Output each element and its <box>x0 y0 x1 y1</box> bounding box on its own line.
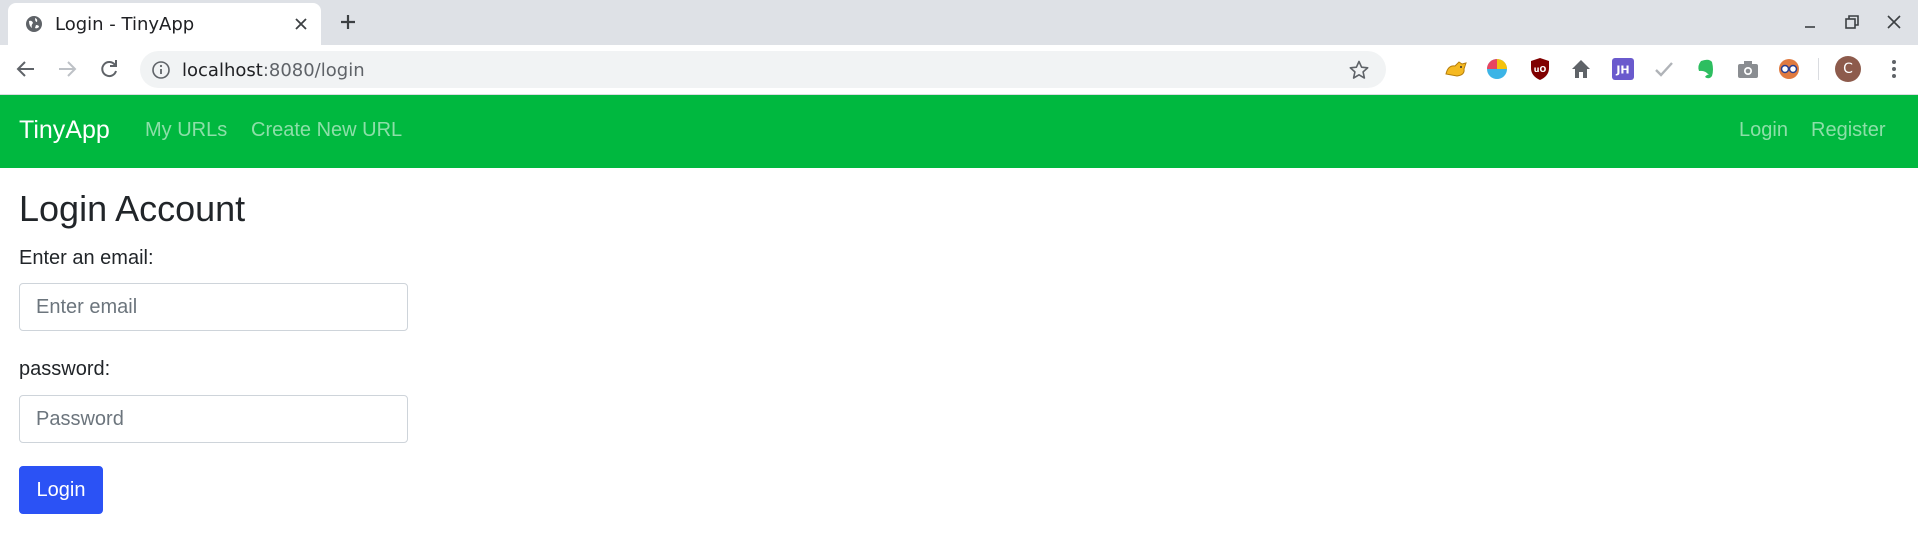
page-title: Login Account <box>19 188 246 229</box>
camera-icon[interactable] <box>1735 56 1761 82</box>
globe-icon <box>26 16 42 32</box>
kebab-menu-icon[interactable] <box>1882 57 1906 81</box>
colorful-extension-icon[interactable] <box>1484 56 1510 82</box>
browser-toolbar: localhost:8080/login uO JH C <box>0 45 1918 95</box>
app-navbar: TinyApp My URLs Create New URL Login Reg… <box>0 95 1918 168</box>
restore-icon[interactable] <box>1842 12 1862 32</box>
nav-create-new-url[interactable]: Create New URL <box>251 119 402 142</box>
forward-icon[interactable] <box>55 57 79 81</box>
ublock-icon[interactable]: uO <box>1527 56 1553 82</box>
email-label: Enter an email: <box>19 247 154 269</box>
password-label: password: <box>19 358 111 380</box>
password-field[interactable] <box>19 395 408 443</box>
info-icon[interactable] <box>151 60 171 80</box>
reload-icon[interactable] <box>97 57 121 81</box>
email-field[interactable] <box>19 283 408 331</box>
browser-tab-strip: Login - TinyApp <box>0 0 1918 45</box>
cat-extension-icon[interactable] <box>1443 56 1469 82</box>
jh-extension-icon[interactable]: JH <box>1610 56 1636 82</box>
profile-avatar[interactable]: C <box>1835 56 1861 82</box>
back-icon[interactable] <box>14 57 38 81</box>
bookmark-star-icon[interactable] <box>1348 59 1370 81</box>
url-path: :8080/login <box>262 60 365 81</box>
home-icon[interactable] <box>1568 56 1594 82</box>
nav-register[interactable]: Register <box>1811 119 1885 142</box>
new-tab-icon[interactable] <box>338 12 358 32</box>
glasses-extension-icon[interactable] <box>1776 56 1802 82</box>
svg-text:JH: JH <box>1615 64 1629 77</box>
url-host: localhost <box>182 60 263 81</box>
nav-my-urls[interactable]: My URLs <box>145 119 227 142</box>
evernote-icon[interactable] <box>1693 56 1719 82</box>
browser-tab[interactable]: Login - TinyApp <box>8 3 321 45</box>
close-window-icon[interactable] <box>1884 12 1904 32</box>
tab-title: Login - TinyApp <box>55 14 195 35</box>
nav-login[interactable]: Login <box>1739 119 1788 142</box>
toolbar-separator <box>1818 58 1819 80</box>
check-icon[interactable] <box>1651 56 1677 82</box>
login-submit-button[interactable]: Login <box>19 466 103 514</box>
minimize-icon[interactable] <box>1800 12 1820 32</box>
close-tab-icon[interactable] <box>292 15 310 33</box>
svg-text:uO: uO <box>1534 65 1547 74</box>
address-bar[interactable]: localhost:8080/login <box>140 51 1386 88</box>
brand-link[interactable]: TinyApp <box>19 116 110 145</box>
url-text: localhost:8080/login <box>182 60 365 81</box>
